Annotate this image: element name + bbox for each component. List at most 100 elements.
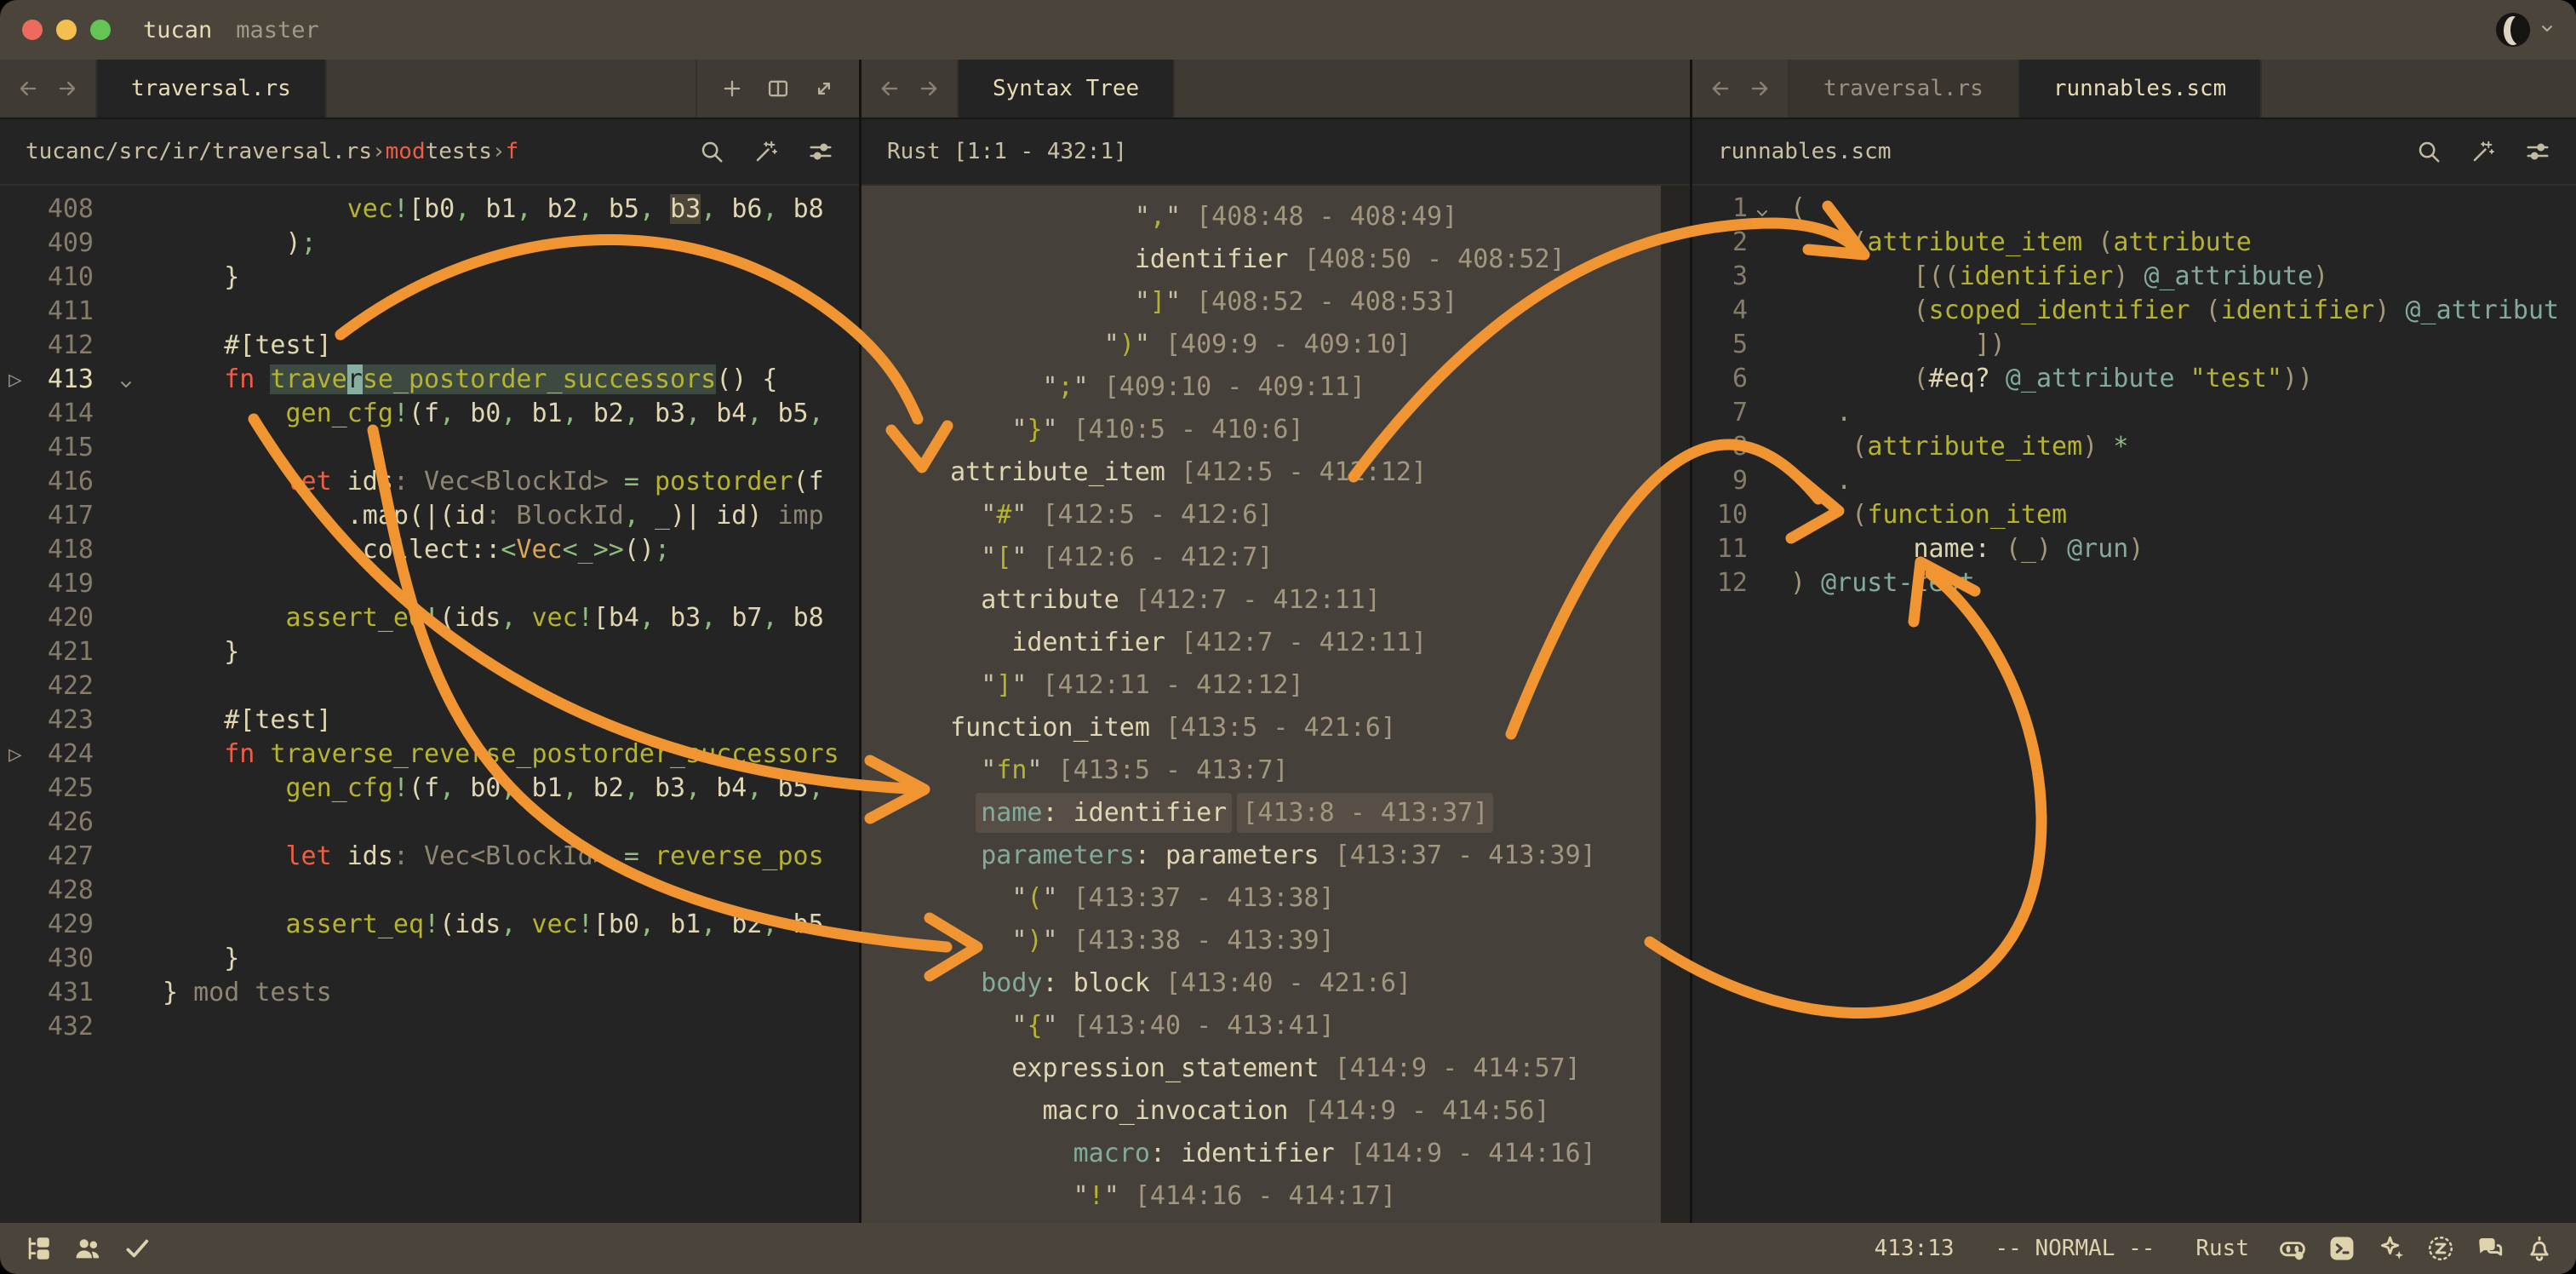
check-icon[interactable] xyxy=(123,1234,152,1263)
code-line[interactable]: 410 } xyxy=(0,261,859,295)
syntax-tree-node[interactable]: ";" [409:10 - 409:11] xyxy=(862,366,1690,409)
code-line[interactable]: 2 (attribute_item (attribute xyxy=(1692,226,2576,260)
breadcrumb[interactable]: tucanc/src/ir/traversal.rs › mod tests ›… xyxy=(0,119,859,186)
syntax-tree-node[interactable]: "]" [408:52 - 408:53] xyxy=(862,281,1690,324)
chevron-down-icon[interactable] xyxy=(2537,18,2557,42)
wand-icon[interactable] xyxy=(753,139,779,164)
syntax-tree-node[interactable]: expression_statement [414:9 - 414:57] xyxy=(862,1047,1690,1090)
code-line[interactable]: 10 (function_item xyxy=(1692,498,2576,532)
code-line[interactable]: 421 } xyxy=(0,635,859,669)
code-line[interactable]: 6 (#eq? @_attribute "test")) xyxy=(1692,362,2576,396)
breadcrumb-segment[interactable]: › xyxy=(372,139,386,164)
code-line[interactable]: 430 } xyxy=(0,942,859,976)
search-icon[interactable] xyxy=(2416,139,2441,164)
code-line[interactable]: 415 xyxy=(0,431,859,465)
split-icon[interactable] xyxy=(766,77,790,100)
code-line[interactable]: 414 gen_cfg!(f, b0, b1, b2, b3, b4, b5, xyxy=(0,397,859,431)
code-line[interactable]: 432 xyxy=(0,1010,859,1044)
code-line[interactable]: 418 .collect::<Vec<_>>(); xyxy=(0,533,859,567)
sliders-icon[interactable] xyxy=(808,139,833,164)
tab-Syntax-Tree[interactable]: Syntax Tree xyxy=(959,60,1175,118)
editor-traversal[interactable]: 408 vec![b0, b1, b2, b5, b3, b6, b8409 )… xyxy=(0,186,859,1223)
syntax-tree-node[interactable]: function_item [413:5 - 421:6] xyxy=(862,707,1690,749)
code-line[interactable]: 4 (scoped_identifier (identifier) @_attr… xyxy=(1692,294,2576,328)
syntax-tree-node[interactable]: "}" [410:5 - 410:6] xyxy=(862,409,1690,451)
run-test-button[interactable]: ▷ xyxy=(9,737,22,772)
code-line[interactable]: 411 xyxy=(0,295,859,329)
code-line[interactable]: 3 [((identifier) @_attribute) xyxy=(1692,260,2576,294)
language-selector[interactable]: Rust xyxy=(2195,1236,2249,1261)
project-panel-icon[interactable] xyxy=(24,1234,53,1263)
tab-traversal-rs[interactable]: traversal.rs xyxy=(1789,60,2019,118)
zed-ai-icon[interactable] xyxy=(2426,1234,2455,1263)
syntax-tree-node[interactable]: ")" [409:9 - 409:10] xyxy=(862,324,1690,366)
zoom-window-button[interactable] xyxy=(90,20,111,40)
syntax-tree-node[interactable]: attribute [412:7 - 412:11] xyxy=(862,579,1690,622)
code-line[interactable]: 11 name: (_) @run) xyxy=(1692,532,2576,566)
nav-forward-button[interactable] xyxy=(1748,77,1772,100)
code-line[interactable]: 419 xyxy=(0,567,859,601)
scrollbar-track[interactable] xyxy=(1661,186,1690,1223)
syntax-tree-node[interactable]: macro_invocation [414:9 - 414:56] xyxy=(862,1090,1690,1133)
syntax-tree-panel[interactable]: "," [408:48 - 408:49] identifier [408:50… xyxy=(862,186,1690,1223)
breadcrumb-segment[interactable]: f xyxy=(506,139,519,164)
syntax-tree-node[interactable]: "," [408:48 - 408:49] xyxy=(862,196,1690,238)
code-line[interactable]: 9 . xyxy=(1692,464,2576,498)
code-line[interactable]: 426 xyxy=(0,806,859,840)
breadcrumb-segment[interactable]: mod xyxy=(386,139,426,164)
code-line[interactable]: 427 let ids: Vec<BlockId> = reverse_pos xyxy=(0,840,859,874)
code-line[interactable]: 425 gen_cfg!(f, b0, b1, b2, b3, b4, b5, xyxy=(0,772,859,806)
code-line[interactable]: 12) @rust-test xyxy=(1692,566,2576,600)
breadcrumb-segment[interactable]: › xyxy=(492,139,506,164)
code-line[interactable]: 409 ); xyxy=(0,227,859,261)
wand-icon[interactable] xyxy=(2470,139,2496,164)
syntax-tree-node[interactable]: "(" [413:37 - 413:38] xyxy=(862,877,1690,920)
close-window-button[interactable] xyxy=(22,20,43,40)
syntax-tree-node[interactable]: attribute_item [412:5 - 412:12] xyxy=(862,451,1690,494)
nav-forward-button[interactable] xyxy=(55,77,79,100)
syntax-tree-node[interactable]: "]" [412:11 - 412:12] xyxy=(862,664,1690,707)
code-line[interactable]: 429 assert_eq!(ids, vec![b0, b1, b2, b5 xyxy=(0,908,859,942)
copilot-icon[interactable] xyxy=(2278,1234,2307,1263)
traffic-lights[interactable] xyxy=(22,20,124,40)
chat-icon[interactable] xyxy=(2476,1234,2504,1263)
code-line[interactable]: 424▷ fn traverse_reverse_postorder_succe… xyxy=(0,737,859,772)
code-line[interactable]: 7 . xyxy=(1692,396,2576,430)
code-line[interactable]: 420 assert_eq!(ids, vec![b4, b3, b7, b8 xyxy=(0,601,859,635)
nav-back-button[interactable] xyxy=(878,77,902,100)
syntax-tree-node[interactable]: ")" [413:38 - 413:39] xyxy=(862,920,1690,962)
tab-traversal-rs[interactable]: traversal.rs xyxy=(97,60,327,118)
terminal-icon[interactable] xyxy=(2327,1234,2356,1263)
syntax-tree-node[interactable]: macro: identifier [414:9 - 414:16] xyxy=(862,1133,1690,1175)
breadcrumb-segment[interactable]: tucanc/src/ir/traversal.rs xyxy=(26,139,372,164)
avatar[interactable] xyxy=(2496,13,2530,47)
syntax-tree-node[interactable]: "{" [413:40 - 413:41] xyxy=(862,1005,1690,1047)
code-line[interactable]: 416 let ids: Vec<BlockId> = postorder(f xyxy=(0,465,859,499)
code-line[interactable]: 417 .map(|(id: BlockId, _)| id) imp xyxy=(0,499,859,533)
syntax-tree-node[interactable]: parameters: parameters [413:37 - 413:39] xyxy=(862,835,1690,877)
code-line[interactable]: 412 #[test] xyxy=(0,329,859,363)
syntax-tree-node[interactable]: "!" [414:16 - 414:17] xyxy=(862,1175,1690,1218)
sliders-icon[interactable] xyxy=(2525,139,2550,164)
tab-runnables-scm[interactable]: runnables.scm xyxy=(2019,60,2263,118)
code-line[interactable]: 423 #[test] xyxy=(0,703,859,737)
minimize-window-button[interactable] xyxy=(56,20,77,40)
nav-back-button[interactable] xyxy=(1709,77,1732,100)
syntax-tree-node[interactable]: "[" [412:6 - 412:7] xyxy=(862,537,1690,579)
syntax-tree-node[interactable]: "#" [412:5 - 412:6] xyxy=(862,494,1690,537)
code-line[interactable]: 413▷ fn traverse_postorder_successors() … xyxy=(0,363,859,397)
code-line[interactable]: 408 vec![b0, b1, b2, b5, b3, b6, b8 xyxy=(0,192,859,227)
editor-runnables[interactable]: 1(2 (attribute_item (attribute3 [((ident… xyxy=(1692,186,2576,1223)
nav-forward-button[interactable] xyxy=(917,77,941,100)
nav-back-button[interactable] xyxy=(16,77,40,100)
syntax-tree-node[interactable]: identifier [412:7 - 412:11] xyxy=(862,622,1690,664)
cursor-position[interactable]: 413:13 xyxy=(1875,1236,1955,1261)
collab-icon[interactable] xyxy=(73,1234,102,1263)
code-line[interactable]: 428 xyxy=(0,874,859,908)
code-line[interactable]: 1( xyxy=(1692,192,2576,226)
syntax-tree-node[interactable]: "fn" [413:5 - 413:7] xyxy=(862,749,1690,792)
syntax-tree-node[interactable]: body: block [413:40 - 421:6] xyxy=(862,962,1690,1005)
code-line[interactable]: 431} mod tests xyxy=(0,976,859,1010)
sparkles-icon[interactable] xyxy=(2377,1234,2406,1263)
git-branch-label[interactable]: master xyxy=(236,17,319,43)
